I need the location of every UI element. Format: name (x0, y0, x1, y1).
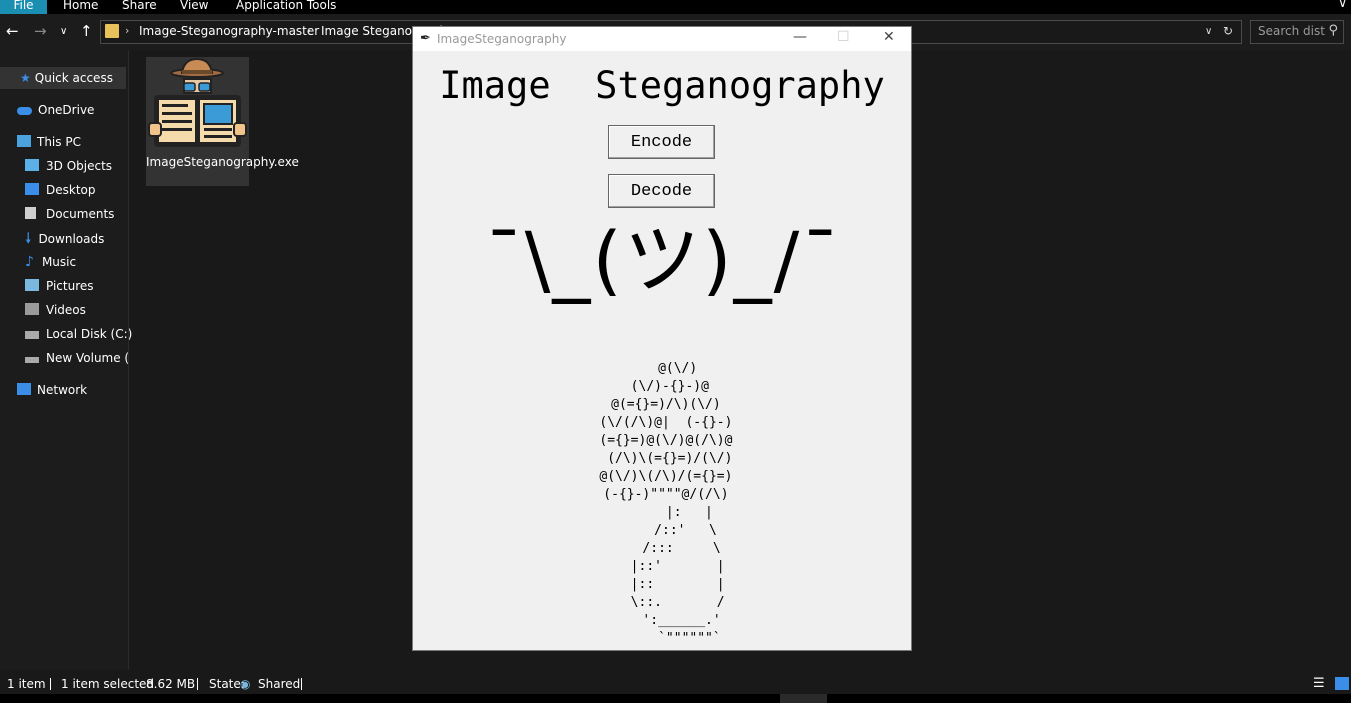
item-count: 1 item (7, 677, 46, 691)
search-box[interactable]: ⚲ (1250, 20, 1344, 44)
address-dropdown-icon[interactable]: ∨ (1205, 26, 1212, 37)
document-icon (25, 207, 36, 219)
nav-3d-objects[interactable]: 3D Objects (25, 155, 112, 177)
status-divider (50, 678, 51, 690)
ribbon: File Home Share View Application Tools ∨ (0, 0, 1351, 14)
large-icons-view-icon[interactable] (1335, 677, 1349, 690)
spy-reading-newspaper-icon (148, 57, 247, 147)
nav-videos[interactable]: Videos (25, 299, 86, 321)
nav-label: Network (37, 383, 88, 397)
feather-icon: ✒ (420, 31, 431, 46)
nav-documents[interactable]: Documents (25, 203, 114, 225)
nav-label: Videos (46, 303, 86, 317)
star-icon: ★ (20, 71, 31, 85)
nav-label: This PC (37, 135, 81, 149)
nav-quick-access[interactable]: ★ Quick access (0, 67, 126, 89)
nav-onedrive[interactable]: OneDrive (17, 99, 94, 121)
shared-users-icon: ◉ (240, 677, 251, 691)
search-input[interactable] (1251, 21, 1330, 41)
close-icon[interactable]: ✕ (883, 29, 895, 45)
breadcrumb-separator-icon[interactable]: › (307, 24, 311, 37)
nav-local-disk[interactable]: Local Disk (C:) (25, 323, 132, 345)
nav-this-pc[interactable]: This PC (17, 131, 81, 153)
encode-button[interactable]: Encode (608, 125, 715, 159)
folder-icon (105, 24, 119, 38)
window-title-bar[interactable]: ✒ ImageSteganography — ☐ ✕ (413, 27, 911, 51)
computer-icon (17, 135, 31, 147)
status-bar: 1 item 1 item selected 8.62 MB State: ◉ … (0, 674, 1351, 694)
download-arrow-icon: 🠗 (25, 229, 32, 247)
shrug-emoticon: ¯\_(ツ)_/¯ (484, 215, 842, 304)
network-icon (17, 383, 31, 395)
selected-count: 1 item selected (61, 677, 155, 691)
taskbar-strip (0, 694, 1351, 703)
nav-label: Quick access (34, 71, 113, 85)
decode-button[interactable]: Decode (608, 174, 715, 208)
back-arrow-icon[interactable]: ← (6, 22, 19, 40)
nav-label: Pictures (46, 279, 94, 293)
drive-icon (25, 357, 39, 363)
picture-icon (25, 279, 39, 291)
file-item[interactable]: ImageSteganography.exe (146, 57, 299, 186)
nav-pictures[interactable]: Pictures (25, 275, 94, 297)
breadcrumb-separator-icon[interactable]: › (125, 24, 129, 37)
tab-home[interactable]: Home (63, 0, 98, 14)
nav-label: Local Disk (C:) (46, 327, 133, 341)
state-value: Shared (258, 677, 301, 691)
nav-label: OneDrive (38, 103, 95, 117)
window-title: ImageSteganography (437, 32, 567, 46)
up-arrow-icon[interactable]: ↑ (80, 22, 93, 40)
file-name: ImageSteganography.exe (146, 155, 299, 169)
cube-icon (25, 159, 39, 171)
image-steganography-window: ✒ ImageSteganography — ☐ ✕ Image Stegano… (412, 26, 912, 651)
flower-vase-ascii-art: @(\/) (\/)-{}-)@ @(={}=)/\)(\/) (\/(/\)@… (599, 361, 733, 646)
cloud-icon (17, 107, 32, 115)
minimize-icon[interactable]: — (793, 29, 807, 45)
drive-icon (25, 331, 39, 339)
maximize-icon[interactable]: ☐ (837, 29, 850, 45)
music-note-icon: ♪ (25, 254, 34, 270)
selected-size: 8.62 MB (146, 677, 196, 691)
nav-downloads[interactable]: 🠗 Downloads (25, 227, 104, 249)
status-divider (197, 678, 198, 690)
app-heading: Image Steganography (439, 64, 885, 107)
breadcrumb-item[interactable]: Image-Steganography-master (139, 24, 319, 38)
recent-dropdown-icon[interactable]: ∨ (60, 26, 67, 37)
ribbon-expand-icon[interactable]: ∨ (1338, 0, 1347, 10)
nav-label: Music (41, 255, 77, 269)
nav-label: New Volume (H:) (46, 351, 128, 365)
nav-label: Desktop (46, 183, 96, 197)
details-view-icon[interactable]: ☰ (1313, 674, 1325, 694)
tab-file[interactable]: File (0, 0, 47, 14)
nav-music[interactable]: ♪ Music (25, 251, 76, 273)
tab-view[interactable]: View (180, 0, 208, 14)
film-icon (25, 303, 39, 315)
taskbar-item[interactable] (780, 694, 827, 703)
pane-splitter[interactable] (128, 50, 129, 670)
nav-label: Downloads (38, 232, 105, 246)
nav-desktop[interactable]: Desktop (25, 179, 96, 201)
search-icon[interactable]: ⚲ (1328, 23, 1338, 38)
nav-new-volume[interactable]: New Volume (H:) (25, 347, 128, 369)
tab-application-tools[interactable]: Application Tools (236, 0, 336, 14)
nav-network[interactable]: Network (17, 379, 87, 401)
status-divider (301, 678, 302, 690)
nav-label: Documents (46, 207, 115, 221)
forward-arrow-icon[interactable]: → (34, 22, 47, 40)
navigation-pane: ★ Quick access OneDrive This PC 3D Object… (0, 50, 132, 670)
refresh-icon[interactable]: ↻ (1223, 24, 1233, 38)
desktop-icon (25, 183, 39, 195)
nav-label: 3D Objects (46, 159, 113, 173)
tab-share[interactable]: Share (122, 0, 157, 14)
